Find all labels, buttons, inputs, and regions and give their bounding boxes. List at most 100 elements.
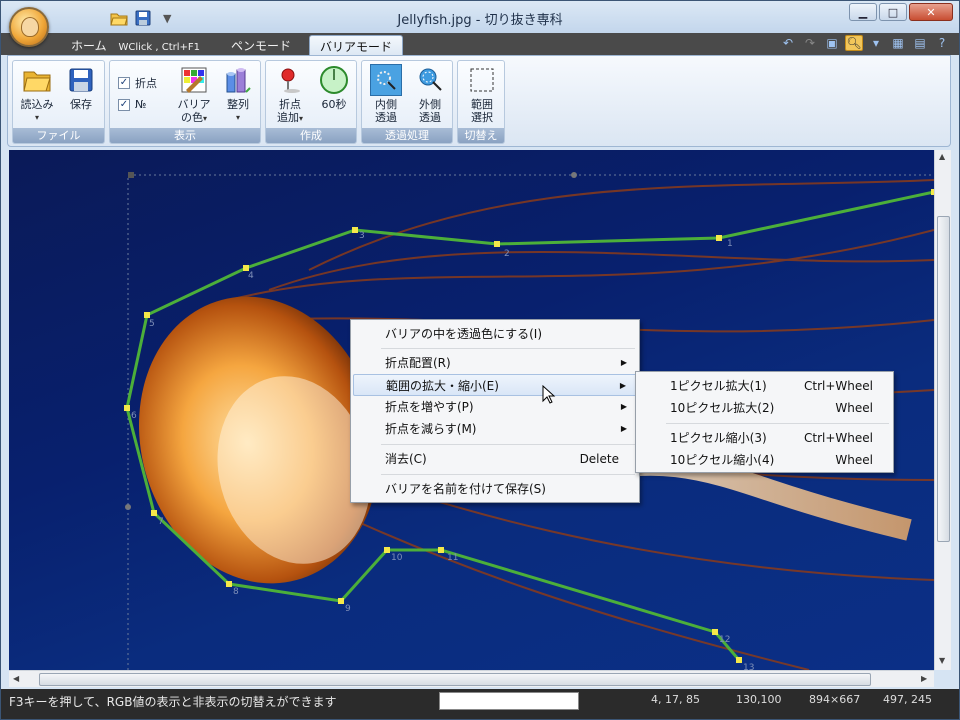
tab-pen-mode[interactable]: ペンモード (221, 35, 301, 55)
redo-icon[interactable]: ↷ (801, 35, 819, 51)
barrier-point-label: 8 (233, 587, 239, 597)
app-menu-orb[interactable] (9, 7, 49, 47)
barrier-point[interactable] (338, 598, 344, 604)
barrier-color-label-1: バリア (177, 98, 211, 111)
group-file: 読込み ▾ 保存 ファイル (12, 60, 105, 144)
tab-barrier-mode[interactable]: バリアモード (309, 35, 404, 55)
menu-item-expand-shrink[interactable]: 範囲の拡大・縮小(E) ▶ (353, 374, 637, 396)
barrier-point[interactable] (494, 241, 500, 247)
menu-item-shortcut: Wheel (835, 401, 873, 415)
help-icon[interactable]: ? (933, 35, 951, 51)
group-view-label: 表示 (110, 128, 260, 143)
menu-item-expand-10px[interactable]: 10ピクセル拡大(2) Wheel (638, 397, 891, 419)
menu-item-reduce-points[interactable]: 折点を減らす(M) ▶ (353, 418, 637, 440)
tab-bar-tools: ↶ ↷ ▣ 🔍︎ ▾ ▦ ▤ ? (779, 35, 951, 51)
barrier-color-label-2: の色 (180, 111, 203, 124)
group-create: 折点 追加▾ 60秒 作成 (265, 60, 357, 144)
expand-shrink-submenu: 1ピクセル拡大(1) Ctrl+Wheel 10ピクセル拡大(2) Wheel 1ピ… (635, 371, 894, 473)
barrier-point[interactable] (226, 581, 232, 587)
checkmark-icon: ✓ (118, 77, 130, 89)
show-points-label: 折点 (135, 77, 157, 90)
zoom-icon[interactable]: 🔍︎ (845, 35, 863, 51)
show-points-checkbox[interactable]: ✓ 折点 (118, 75, 157, 91)
range-select-button[interactable]: 範囲 選択 (462, 64, 502, 124)
tab-home-shortcut: WClick , Ctrl+F1 (118, 42, 201, 53)
group-file-label: ファイル (13, 128, 104, 143)
minimize-button[interactable]: ▁ (849, 3, 877, 21)
menu-item-shrink-10px[interactable]: 10ピクセル縮小(4) Wheel (638, 449, 891, 471)
barrier-point[interactable] (716, 235, 722, 241)
barrier-point-label: 4 (248, 271, 254, 281)
scroll-down-icon[interactable]: ▼ (939, 656, 945, 665)
barrier-point[interactable] (438, 547, 444, 553)
inner-transparent-label-1: 内側 (375, 98, 397, 111)
folder-open-large-icon (21, 64, 53, 96)
barrier-point[interactable] (736, 657, 742, 663)
scroll-left-icon[interactable]: ◀ (13, 674, 19, 683)
outer-transparent-icon (414, 64, 446, 96)
menu-item-expand-1px[interactable]: 1ピクセル拡大(1) Ctrl+Wheel (638, 375, 891, 397)
barrier-point[interactable] (352, 227, 358, 233)
barrier-point[interactable] (151, 510, 157, 516)
range-select-label-2: 選択 (471, 111, 493, 124)
menu-item-make-inside-transparent[interactable]: バリアの中を透過色にする(I) (353, 323, 637, 345)
maximize-button[interactable]: □ (879, 3, 907, 21)
marquee-select-icon (466, 64, 498, 96)
menu-item-label: 消去(C) (385, 452, 427, 466)
menu-item-label: 1ピクセル拡大(1) (670, 379, 767, 393)
tab-home[interactable]: ホーム WClick , Ctrl+F1 (61, 35, 210, 55)
barrier-point-label: 6 (131, 411, 137, 421)
barrier-point[interactable] (384, 547, 390, 553)
menu-item-label: バリアの中を透過色にする(I) (385, 327, 543, 341)
open-button[interactable]: 読込み ▾ (17, 64, 57, 124)
align-icon (222, 64, 254, 96)
grid-icon[interactable]: ▦ (889, 35, 907, 51)
dropdown-icon[interactable]: ▾ (867, 35, 885, 51)
barrier-point[interactable] (144, 312, 150, 318)
show-numbers-checkbox[interactable]: ✓ № (118, 98, 146, 111)
close-button[interactable]: ✕ (909, 3, 953, 21)
submenu-arrow-icon: ▶ (620, 424, 627, 433)
title-bar: ▼ Jellyfish.jpg - 切り抜き専科 ▁ □ ✕ (1, 1, 959, 33)
ribbon-panel: 読込み ▾ 保存 ファイル ✓ 折点 ✓ № バリア の色▾ 整列 ▾ 表示 折… (7, 55, 951, 147)
horizontal-scroll-thumb[interactable] (39, 673, 871, 686)
submenu-arrow-icon: ▶ (619, 381, 626, 390)
menu-item-label: 折点配置(R) (385, 356, 451, 370)
add-point-label-1: 折点 (279, 98, 301, 111)
menu-item-label: 範囲の拡大・縮小(E) (386, 379, 499, 393)
menu-item-shortcut: Ctrl+Wheel (804, 431, 873, 445)
film-icon[interactable]: ▣ (823, 35, 841, 51)
barrier-point[interactable] (124, 405, 130, 411)
range-select-label-1: 範囲 (471, 98, 493, 111)
save-button[interactable]: 保存 (61, 64, 101, 111)
undo-icon[interactable]: ↶ (779, 35, 797, 51)
scroll-up-icon[interactable]: ▲ (939, 152, 945, 161)
menu-item-delete[interactable]: 消去(C) Delete (353, 448, 637, 470)
menu-item-shrink-1px[interactable]: 1ピクセル縮小(3) Ctrl+Wheel (638, 427, 891, 449)
add-point-button[interactable]: 折点 追加▾ (270, 64, 310, 125)
window-controls: ▁ □ ✕ (849, 3, 953, 21)
vertical-scroll-thumb[interactable] (937, 216, 950, 542)
barrier-point-label: 7 (158, 517, 164, 527)
group-transparency-label: 透過処理 (362, 128, 452, 143)
menu-item-label: 10ピクセル拡大(2) (670, 401, 775, 415)
group-transparency: 内側 透過 外側 透過 透過処理 (361, 60, 453, 144)
barrier-color-button[interactable]: バリア の色▾ (174, 64, 214, 125)
sixty-seconds-button[interactable]: 60秒 (314, 64, 354, 111)
layout-icon[interactable]: ▤ (911, 35, 929, 51)
menu-item-point-placement[interactable]: 折点配置(R) ▶ (353, 352, 637, 374)
inner-transparent-label-2: 透過 (375, 111, 397, 124)
align-button[interactable]: 整列 ▾ (218, 64, 258, 124)
status-bar: F3キーを押して、RGB値の表示と非表示の切替えができます 4, 17, 85 … (1, 689, 959, 719)
vertical-scrollbar[interactable]: ▲ ▼ (934, 150, 951, 670)
inner-transparent-button[interactable]: 内側 透過 (366, 64, 406, 124)
barrier-point-label: 10 (391, 553, 403, 563)
menu-item-add-points[interactable]: 折点を増やす(P) ▶ (353, 396, 637, 418)
scroll-right-icon[interactable]: ▶ (921, 674, 927, 683)
outer-transparent-button[interactable]: 外側 透過 (410, 64, 450, 124)
menu-item-save-barrier-as[interactable]: バリアを名前を付けて保存(S) (353, 478, 637, 500)
menu-item-shortcut: Wheel (835, 453, 873, 467)
barrier-point[interactable] (712, 629, 718, 635)
range-handle[interactable] (128, 172, 134, 178)
horizontal-scrollbar[interactable]: ◀ ▶ (9, 670, 934, 687)
